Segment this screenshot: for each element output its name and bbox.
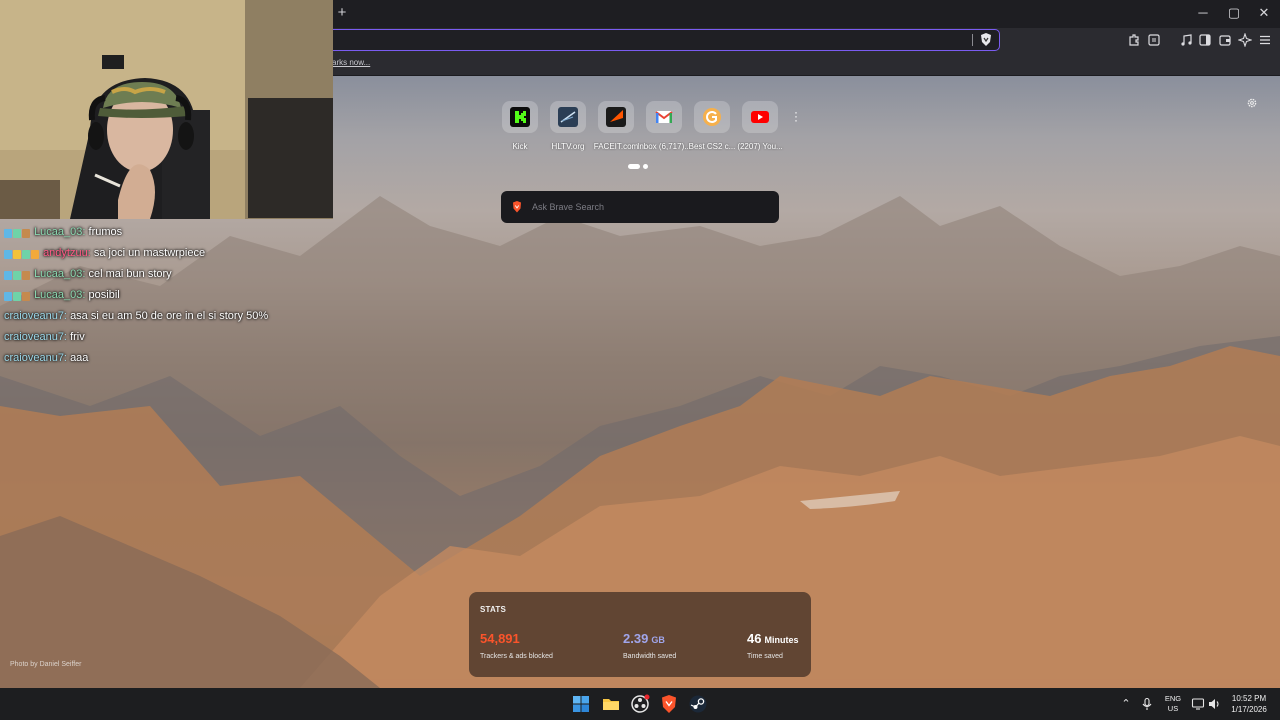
brave-shields-icon[interactable]	[980, 33, 992, 47]
chat-message: Lucaa_03: posibil	[4, 287, 324, 308]
chat-text: sa joci un mastwrpiece	[93, 247, 206, 259]
screen: + ─ ▢ ✕ arks now... Lucaa_03: frumos and…	[0, 0, 1280, 720]
top-site-label: HLTV.org	[551, 142, 585, 151]
stat-bandwidth: 2.39 GB Bandwidth saved	[623, 630, 676, 660]
show-hidden-icons-icon[interactable]: ⌃	[1120, 697, 1132, 710]
sidebar-icon[interactable]	[1198, 33, 1212, 47]
top-site-label: Inbox (6,717)...	[637, 142, 691, 151]
stat-label: Bandwidth saved	[623, 653, 677, 660]
stats-widget: STATS 54,891 Trackers & ads blocked 2.39…	[469, 592, 811, 677]
start-icon[interactable]	[571, 694, 591, 714]
chat-username: craioveanu7:	[4, 352, 67, 364]
customize-gear-icon[interactable]	[1246, 97, 1258, 109]
stream-chat: Lucaa_03: frumos andytzuu: sa joci un ma…	[4, 224, 324, 371]
chat-username: craioveanu7:	[4, 310, 67, 322]
wallet-icon[interactable]	[1218, 33, 1232, 47]
minimize-button[interactable]: ─	[1190, 4, 1216, 22]
top-sites-more-icon[interactable]: · · ·	[794, 106, 800, 126]
stat-value: 46	[747, 631, 762, 646]
top-site-youtube[interactable]	[742, 101, 778, 133]
stat-value: 2.39	[623, 631, 649, 646]
maximize-button[interactable]: ▢	[1221, 4, 1247, 22]
network-icon[interactable]	[1191, 697, 1205, 711]
top-site-label: Kick	[512, 142, 528, 151]
brave-search-box[interactable]: Ask Brave Search	[501, 191, 779, 223]
top-site-gmail[interactable]	[646, 101, 682, 133]
chat-username: Lucaa_03:	[34, 226, 86, 238]
chat-message: craioveanu7: aaa	[4, 350, 324, 371]
top-site-label: Best CS2 c...	[688, 142, 736, 151]
chat-text: frumos	[88, 226, 123, 238]
youtube-icon	[751, 111, 769, 123]
chat-badges	[4, 247, 40, 260]
pager-dot-active[interactable]	[628, 164, 640, 169]
stat-label: Trackers & ads blocked	[480, 653, 553, 660]
stat-label: Time saved	[747, 653, 783, 660]
webcam-overlay	[0, 0, 333, 219]
microphone-icon[interactable]	[1140, 697, 1154, 711]
close-button[interactable]: ✕	[1251, 4, 1277, 22]
chat-username: andytzuu:	[43, 247, 91, 259]
clock-time: 10:52 PM	[1231, 694, 1267, 703]
top-site-kick[interactable]	[502, 101, 538, 133]
chat-badges	[4, 289, 31, 302]
gmail-icon	[655, 111, 673, 123]
photo-credit[interactable]: Photo by Daniel Seiffer	[10, 661, 81, 668]
top-site-label: FACEIT.com	[593, 142, 639, 151]
chat-text: asa si eu am 50 de ore in el si story 50…	[70, 310, 269, 322]
obs-icon[interactable]	[630, 694, 650, 714]
site-g-icon	[703, 108, 721, 126]
leo-ai-icon[interactable]	[1238, 33, 1252, 47]
chat-text: aaa	[70, 352, 89, 364]
language-indicator[interactable]: ENG US	[1162, 694, 1184, 714]
media-controls-icon[interactable]	[1179, 33, 1193, 47]
chat-text: friv	[70, 331, 85, 343]
top-site-faceit[interactable]	[598, 101, 634, 133]
chat-badges	[4, 226, 31, 239]
system-clock[interactable]: 10:52 PM 1/17/2026	[1226, 693, 1272, 715]
extensions-icon[interactable]	[1127, 33, 1141, 47]
stat-value: 54,891	[480, 631, 520, 646]
language-code: ENG	[1164, 694, 1182, 703]
stat-unit: Minutes	[764, 635, 799, 645]
stat-trackers: 54,891 Trackers & ads blocked	[480, 630, 553, 660]
top-site-label: (2207) You...	[737, 142, 783, 151]
address-bar[interactable]	[326, 29, 1000, 51]
pager-dot[interactable]	[643, 164, 648, 169]
chat-message: Lucaa_03: frumos	[4, 224, 324, 245]
chat-message: craioveanu7: asa si eu am 50 de ore in e…	[4, 308, 324, 329]
top-site-cs2-guide[interactable]	[694, 101, 730, 133]
stats-heading: STATS	[480, 605, 507, 614]
import-bookmarks-link[interactable]: arks now...	[332, 58, 370, 67]
hltv-icon	[558, 107, 578, 127]
brave-lion-icon	[513, 201, 521, 213]
stat-time: 46 Minutes Time saved	[747, 630, 798, 660]
volume-icon[interactable]	[1207, 697, 1221, 711]
chat-username: Lucaa_03:	[34, 268, 86, 280]
chat-username: Lucaa_03:	[34, 289, 86, 301]
reading-list-icon[interactable]	[1147, 33, 1161, 47]
steam-icon[interactable]	[688, 694, 708, 714]
chat-text: posibil	[88, 289, 120, 301]
region-code: US	[1167, 704, 1179, 713]
chat-message: craioveanu7: friv	[4, 329, 324, 350]
top-site-hltv[interactable]	[550, 101, 586, 133]
chat-text: cel mai bun story	[88, 268, 172, 280]
kick-icon	[510, 107, 530, 127]
menu-icon[interactable]	[1258, 33, 1272, 47]
chat-message: andytzuu: sa joci un mastwrpiece	[4, 245, 324, 266]
chat-username: craioveanu7:	[4, 331, 67, 343]
search-placeholder: Ask Brave Search	[532, 202, 605, 212]
brave-browser-icon[interactable]	[659, 694, 679, 714]
chat-badges	[4, 268, 31, 281]
faceit-icon	[606, 107, 626, 127]
file-explorer-icon[interactable]	[601, 694, 621, 714]
chat-message: Lucaa_03: cel mai bun story	[4, 266, 324, 287]
address-bar-divider	[972, 34, 973, 46]
stat-unit: GB	[651, 635, 665, 645]
new-tab-button[interactable]: +	[334, 4, 350, 22]
clock-date: 1/17/2026	[1231, 705, 1267, 714]
